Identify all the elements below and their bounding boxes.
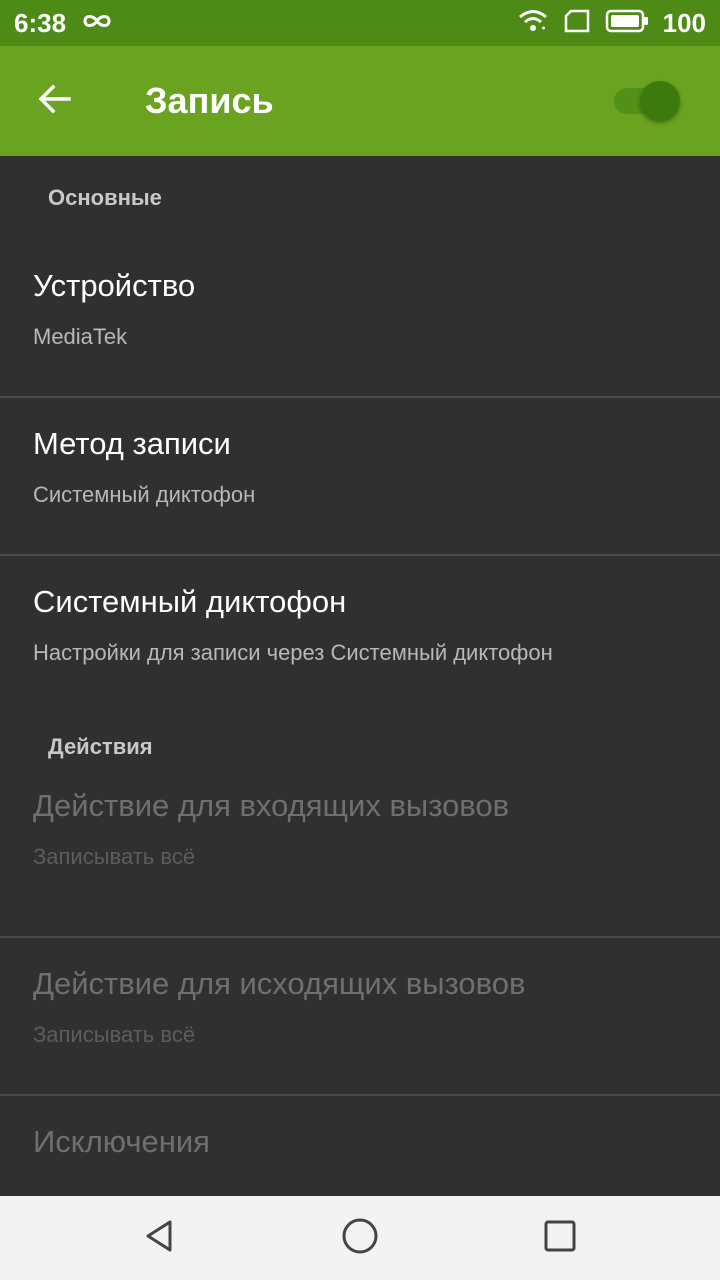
setting-outgoing-action[interactable]: Действие для исходящих вызовов Записыват… bbox=[0, 938, 720, 1096]
settings-list: Основные Устройство MediaTek Метод запис… bbox=[0, 156, 720, 1196]
setting-title: Действие для входящих вызовов bbox=[33, 788, 510, 823]
arrow-back-icon bbox=[37, 81, 73, 122]
setting-summary: Настройки для записи через Системный дик… bbox=[33, 640, 553, 665]
infinity-icon bbox=[80, 11, 114, 36]
app-bar: Запись bbox=[0, 46, 720, 156]
battery-icon bbox=[605, 9, 649, 38]
setting-summary: MediaTek bbox=[33, 324, 128, 349]
nav-recents-button[interactable] bbox=[535, 1213, 585, 1263]
setting-exceptions[interactable]: Исключения bbox=[0, 1096, 720, 1196]
setting-record-method[interactable]: Метод записи Системный диктофон bbox=[0, 398, 720, 556]
setting-title: Устройство bbox=[33, 268, 196, 303]
setting-summary: Записывать всё bbox=[33, 1022, 196, 1047]
section-header-actions: Действия bbox=[48, 734, 153, 759]
home-circle-icon bbox=[340, 1216, 380, 1261]
setting-title: Метод записи bbox=[33, 426, 231, 461]
status-bar: 6:38 100 bbox=[0, 0, 720, 46]
nav-home-button[interactable] bbox=[335, 1213, 385, 1263]
setting-system-recorder[interactable]: Системный диктофон Настройки для записи … bbox=[0, 556, 720, 714]
section-header-basic: Основные bbox=[48, 185, 162, 210]
wifi-icon bbox=[517, 7, 549, 40]
setting-device[interactable]: Устройство MediaTek bbox=[0, 240, 720, 398]
back-triangle-icon bbox=[142, 1218, 178, 1259]
recents-square-icon bbox=[542, 1218, 578, 1259]
back-button[interactable] bbox=[22, 68, 88, 134]
setting-title: Действие для исходящих вызовов bbox=[33, 966, 526, 1001]
toggle-thumb bbox=[640, 81, 680, 121]
setting-incoming-action[interactable]: Действие для входящих вызовов Записывать… bbox=[0, 780, 720, 938]
nav-back-button[interactable] bbox=[135, 1213, 185, 1263]
sd-card-icon bbox=[563, 8, 591, 39]
recording-toggle[interactable] bbox=[604, 76, 690, 126]
setting-title: Системный диктофон bbox=[33, 584, 347, 619]
page-title: Запись bbox=[145, 80, 274, 121]
battery-level: 100 bbox=[662, 7, 706, 38]
setting-title: Исключения bbox=[33, 1124, 210, 1159]
setting-summary: Записывать всё bbox=[33, 844, 196, 869]
setting-summary: Системный диктофон bbox=[33, 482, 256, 507]
status-time: 6:38 bbox=[14, 7, 67, 38]
navigation-bar bbox=[0, 1196, 720, 1280]
